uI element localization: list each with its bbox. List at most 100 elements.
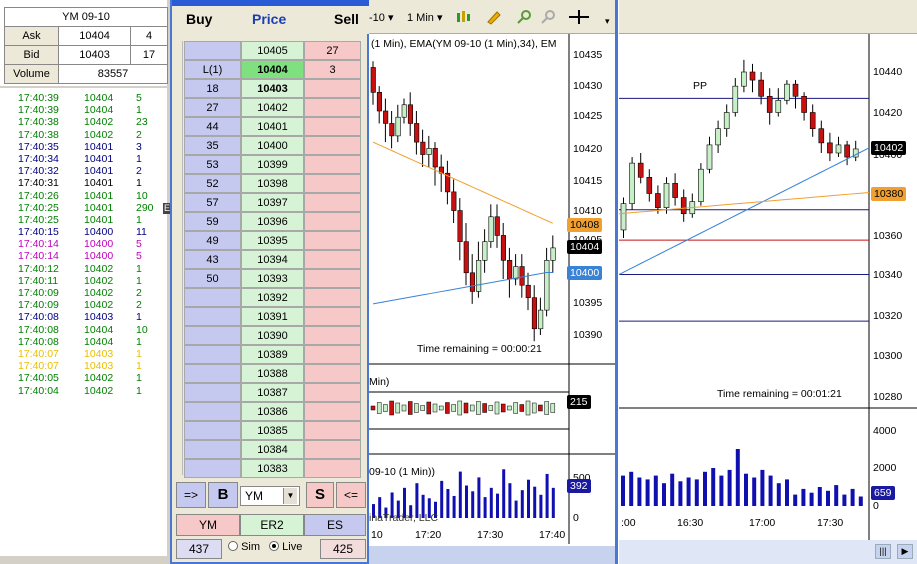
price-cell[interactable]: 10400 xyxy=(241,136,304,155)
buy-cell[interactable]: 50 xyxy=(184,269,241,288)
sell-market-button[interactable]: S xyxy=(306,482,334,508)
buy-cell[interactable] xyxy=(184,307,241,326)
buy-cell[interactable] xyxy=(184,345,241,364)
tab-er2[interactable]: ER2 xyxy=(240,514,304,536)
sell-cell[interactable] xyxy=(304,193,361,212)
buy-cell[interactable]: 49 xyxy=(184,231,241,250)
buy-cell[interactable] xyxy=(184,41,241,60)
volume-bar xyxy=(735,449,740,506)
sell-cell[interactable] xyxy=(304,98,361,117)
scroll-right-icon[interactable]: ▶ xyxy=(897,544,913,559)
buy-cell[interactable]: 43 xyxy=(184,250,241,269)
price-cell[interactable]: 10387 xyxy=(241,383,304,402)
price-cell[interactable]: 10396 xyxy=(241,212,304,231)
sim-radio[interactable] xyxy=(228,541,238,551)
price-cell[interactable]: 10388 xyxy=(241,364,304,383)
price-cell[interactable]: 10389 xyxy=(241,345,304,364)
buy-cell[interactable]: 53 xyxy=(184,155,241,174)
price-cell[interactable]: 10386 xyxy=(241,402,304,421)
sell-cell[interactable] xyxy=(304,288,361,307)
price-cell[interactable]: 10402 xyxy=(241,98,304,117)
buy-market-button[interactable]: B xyxy=(208,482,238,508)
price-cell[interactable]: 10384 xyxy=(241,440,304,459)
time-and-sales-window: YM 09-10 Ask 10404 4 Bid 10403 17 Volume… xyxy=(0,0,171,564)
toolbar-overflow-icon[interactable]: ▾ xyxy=(605,16,610,27)
sell-cell[interactable] xyxy=(304,459,361,478)
sell-cell[interactable] xyxy=(304,136,361,155)
sell-cell[interactable] xyxy=(304,307,361,326)
buy-cell[interactable]: 44 xyxy=(184,117,241,136)
interval-dropdown[interactable]: 1 Min ▾ xyxy=(407,11,442,24)
sell-cell[interactable] xyxy=(304,402,361,421)
price-cell[interactable]: 10395 xyxy=(241,231,304,250)
price-cell[interactable]: 10393 xyxy=(241,269,304,288)
reverse-button[interactable]: => xyxy=(176,482,206,508)
buy-cell[interactable] xyxy=(184,364,241,383)
tab-ym[interactable]: YM xyxy=(176,514,240,536)
close-position-button[interactable]: <= xyxy=(336,482,366,508)
buy-cell[interactable]: 59 xyxy=(184,212,241,231)
sell-cell[interactable] xyxy=(304,231,361,250)
price-cell[interactable]: 10385 xyxy=(241,421,304,440)
buy-cell[interactable] xyxy=(184,288,241,307)
instrument-select[interactable]: YM ▼ xyxy=(240,486,300,506)
candlestick-style-icon[interactable] xyxy=(455,10,477,24)
sell-cell[interactable] xyxy=(304,440,361,459)
trades-list[interactable]: 17:40:39 10404 5 17:40:39 10404 1 17:40:38 1040… xyxy=(4,92,164,397)
scroll-thumb-icon[interactable]: ||| xyxy=(875,544,891,559)
sell-cell[interactable] xyxy=(304,174,361,193)
ladder-row: 50 10393 xyxy=(184,269,362,288)
price-cell[interactable]: 10405 xyxy=(241,41,304,60)
chart2-scrollbar[interactable]: ||| ▶ xyxy=(619,540,917,564)
price-cell[interactable]: 10399 xyxy=(241,155,304,174)
sell-cell[interactable]: 3 xyxy=(304,60,361,79)
buy-cell[interactable]: 57 xyxy=(184,193,241,212)
sell-cell[interactable]: 27 xyxy=(304,41,361,60)
price-cell[interactable]: 10401 xyxy=(241,117,304,136)
sell-cell[interactable] xyxy=(304,212,361,231)
zoom-out-icon[interactable] xyxy=(539,9,557,25)
sell-cell[interactable] xyxy=(304,326,361,345)
buy-cell[interactable] xyxy=(184,440,241,459)
price-cell[interactable]: 10391 xyxy=(241,307,304,326)
price-cell[interactable]: 10403 xyxy=(241,79,304,98)
sell-cell[interactable] xyxy=(304,155,361,174)
price-cell[interactable]: 10392 xyxy=(241,288,304,307)
live-radio[interactable] xyxy=(269,541,280,551)
chevron-down-icon[interactable]: ▼ xyxy=(283,488,297,504)
chart1-scrollbar[interactable] xyxy=(369,546,615,564)
buy-cell[interactable] xyxy=(184,459,241,478)
sell-cell[interactable] xyxy=(304,364,361,383)
buy-cell[interactable] xyxy=(184,421,241,440)
sell-cell[interactable] xyxy=(304,345,361,364)
instrument-dropdown[interactable]: -10 ▾ xyxy=(369,11,393,24)
candle-body xyxy=(758,79,764,97)
pencil-icon[interactable] xyxy=(485,9,503,25)
buy-cell[interactable] xyxy=(184,326,241,345)
price-cell[interactable]: 10397 xyxy=(241,193,304,212)
buy-cell[interactable]: 27 xyxy=(184,98,241,117)
chart2-vol-label-2000: 2000 xyxy=(873,462,897,474)
tab-es[interactable]: ES xyxy=(304,514,366,536)
buy-cell[interactable]: 18 xyxy=(184,79,241,98)
sell-cell[interactable] xyxy=(304,269,361,288)
crosshair-icon[interactable] xyxy=(567,10,591,24)
sell-cell[interactable] xyxy=(304,421,361,440)
buy-cell[interactable] xyxy=(184,402,241,421)
zoom-in-icon[interactable] xyxy=(515,9,533,25)
buy-cell[interactable] xyxy=(184,383,241,402)
buy-cell[interactable]: 35 xyxy=(184,136,241,155)
buy-cell[interactable]: L(1) xyxy=(184,60,241,79)
sell-cell[interactable] xyxy=(304,117,361,136)
buy-cell[interactable]: 52 xyxy=(184,174,241,193)
sell-cell[interactable] xyxy=(304,250,361,269)
price-cell[interactable]: 10404 xyxy=(241,60,304,79)
sell-cell[interactable] xyxy=(304,383,361,402)
candle-body xyxy=(414,123,420,143)
price-cell[interactable]: 10394 xyxy=(241,250,304,269)
price-cell[interactable]: 10390 xyxy=(241,326,304,345)
price-cell[interactable]: 10398 xyxy=(241,174,304,193)
price-cell[interactable]: 10383 xyxy=(241,459,304,478)
sell-cell[interactable] xyxy=(304,79,361,98)
ladder-scroll-strip[interactable] xyxy=(175,41,183,475)
